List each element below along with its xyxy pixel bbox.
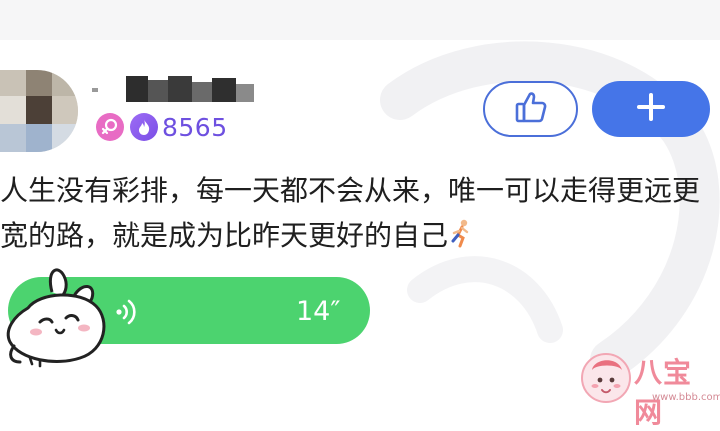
fire-score: 8565 — [162, 112, 228, 142]
running-person-emoji-icon — [450, 217, 472, 248]
voice-duration: 14″ — [296, 296, 341, 327]
like-button[interactable] — [483, 81, 578, 137]
avatar[interactable] — [0, 70, 78, 152]
user-badges: 8565 — [96, 112, 228, 142]
top-bar — [0, 0, 720, 40]
fire-icon — [130, 113, 158, 141]
female-gender-icon — [96, 113, 124, 141]
username-blurred[interactable] — [92, 76, 262, 102]
plus-icon — [636, 92, 666, 126]
add-button[interactable] — [592, 81, 710, 137]
watermark-url: www.bbb.com — [652, 392, 720, 403]
thumbs-up-icon — [514, 90, 548, 128]
post-text-content: 人生没有彩排，每一天都不会从来，唯一可以走得更远更 宽的路，就是成为比昨天更好的… — [0, 174, 701, 252]
post-text: 人生没有彩排，每一天都不会从来，唯一可以走得更远更 宽的路，就是成为比昨天更好的… — [0, 168, 716, 258]
bunny-mascot-icon — [6, 268, 106, 368]
watermark-brand: 八宝网 — [634, 356, 693, 429]
